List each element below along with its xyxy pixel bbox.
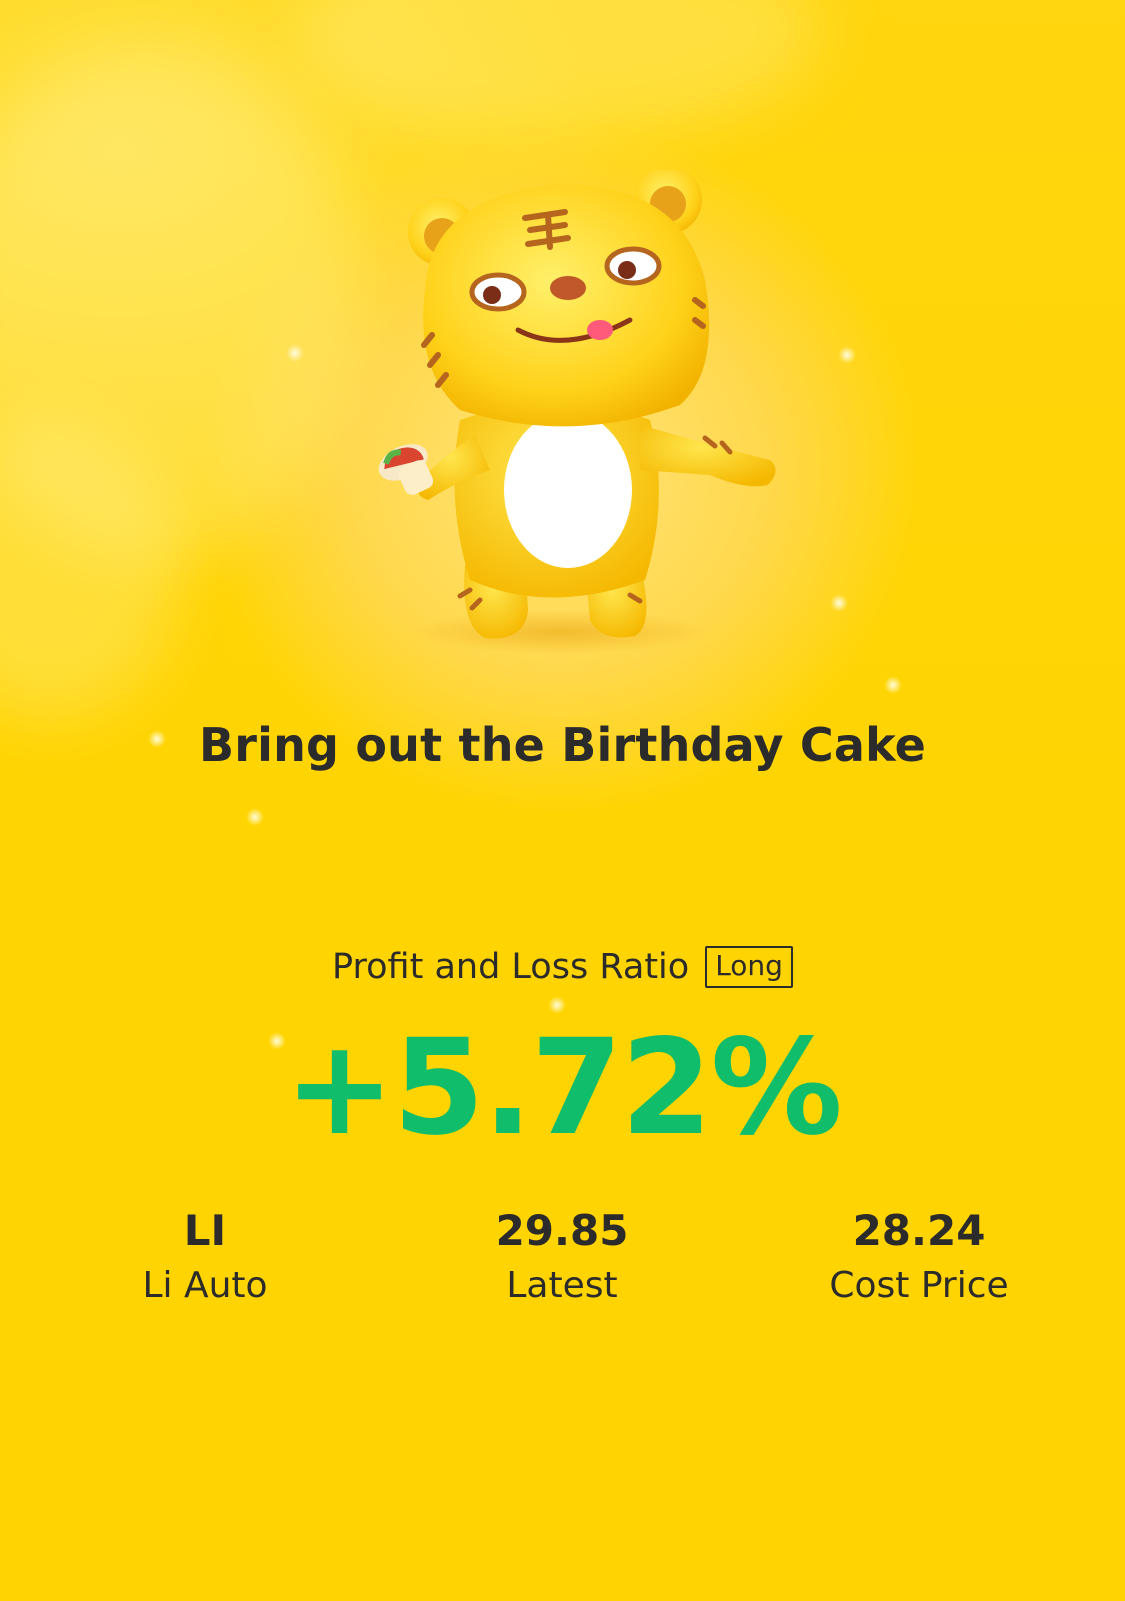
sparkle-decoration xyxy=(838,346,856,364)
sparkle-decoration xyxy=(286,344,304,362)
stock-name: Li Auto xyxy=(142,1265,268,1307)
stock-symbol: LI xyxy=(183,1206,227,1255)
stat-symbol: LI Li Auto xyxy=(55,1206,355,1307)
sparkle-decoration xyxy=(884,676,902,694)
pl-ratio-label: Profit and Loss Ratio xyxy=(332,947,690,987)
stat-cost: 28.24 Cost Price xyxy=(769,1206,1069,1307)
sparkle-decoration xyxy=(830,594,848,612)
pl-ratio-row: Profit and Loss Ratio Long xyxy=(0,946,1125,988)
tiger-mascot-icon xyxy=(378,170,776,654)
pl-ratio-value: +5.72% xyxy=(284,1011,843,1165)
share-card: Bring out the Birthday Cake Profit and L… xyxy=(0,0,1125,1601)
card-title: Bring out the Birthday Cake xyxy=(198,718,927,772)
cost-price-label: Cost Price xyxy=(829,1265,1009,1307)
stat-latest: 29.85 Latest xyxy=(412,1206,712,1307)
position-type-badge: Long xyxy=(705,946,793,988)
latest-price-value: 29.85 xyxy=(495,1206,629,1255)
background-swirl xyxy=(300,0,820,140)
latest-price-label: Latest xyxy=(506,1265,618,1307)
sparkle-decoration xyxy=(246,808,264,826)
cost-price-value: 28.24 xyxy=(852,1206,986,1255)
